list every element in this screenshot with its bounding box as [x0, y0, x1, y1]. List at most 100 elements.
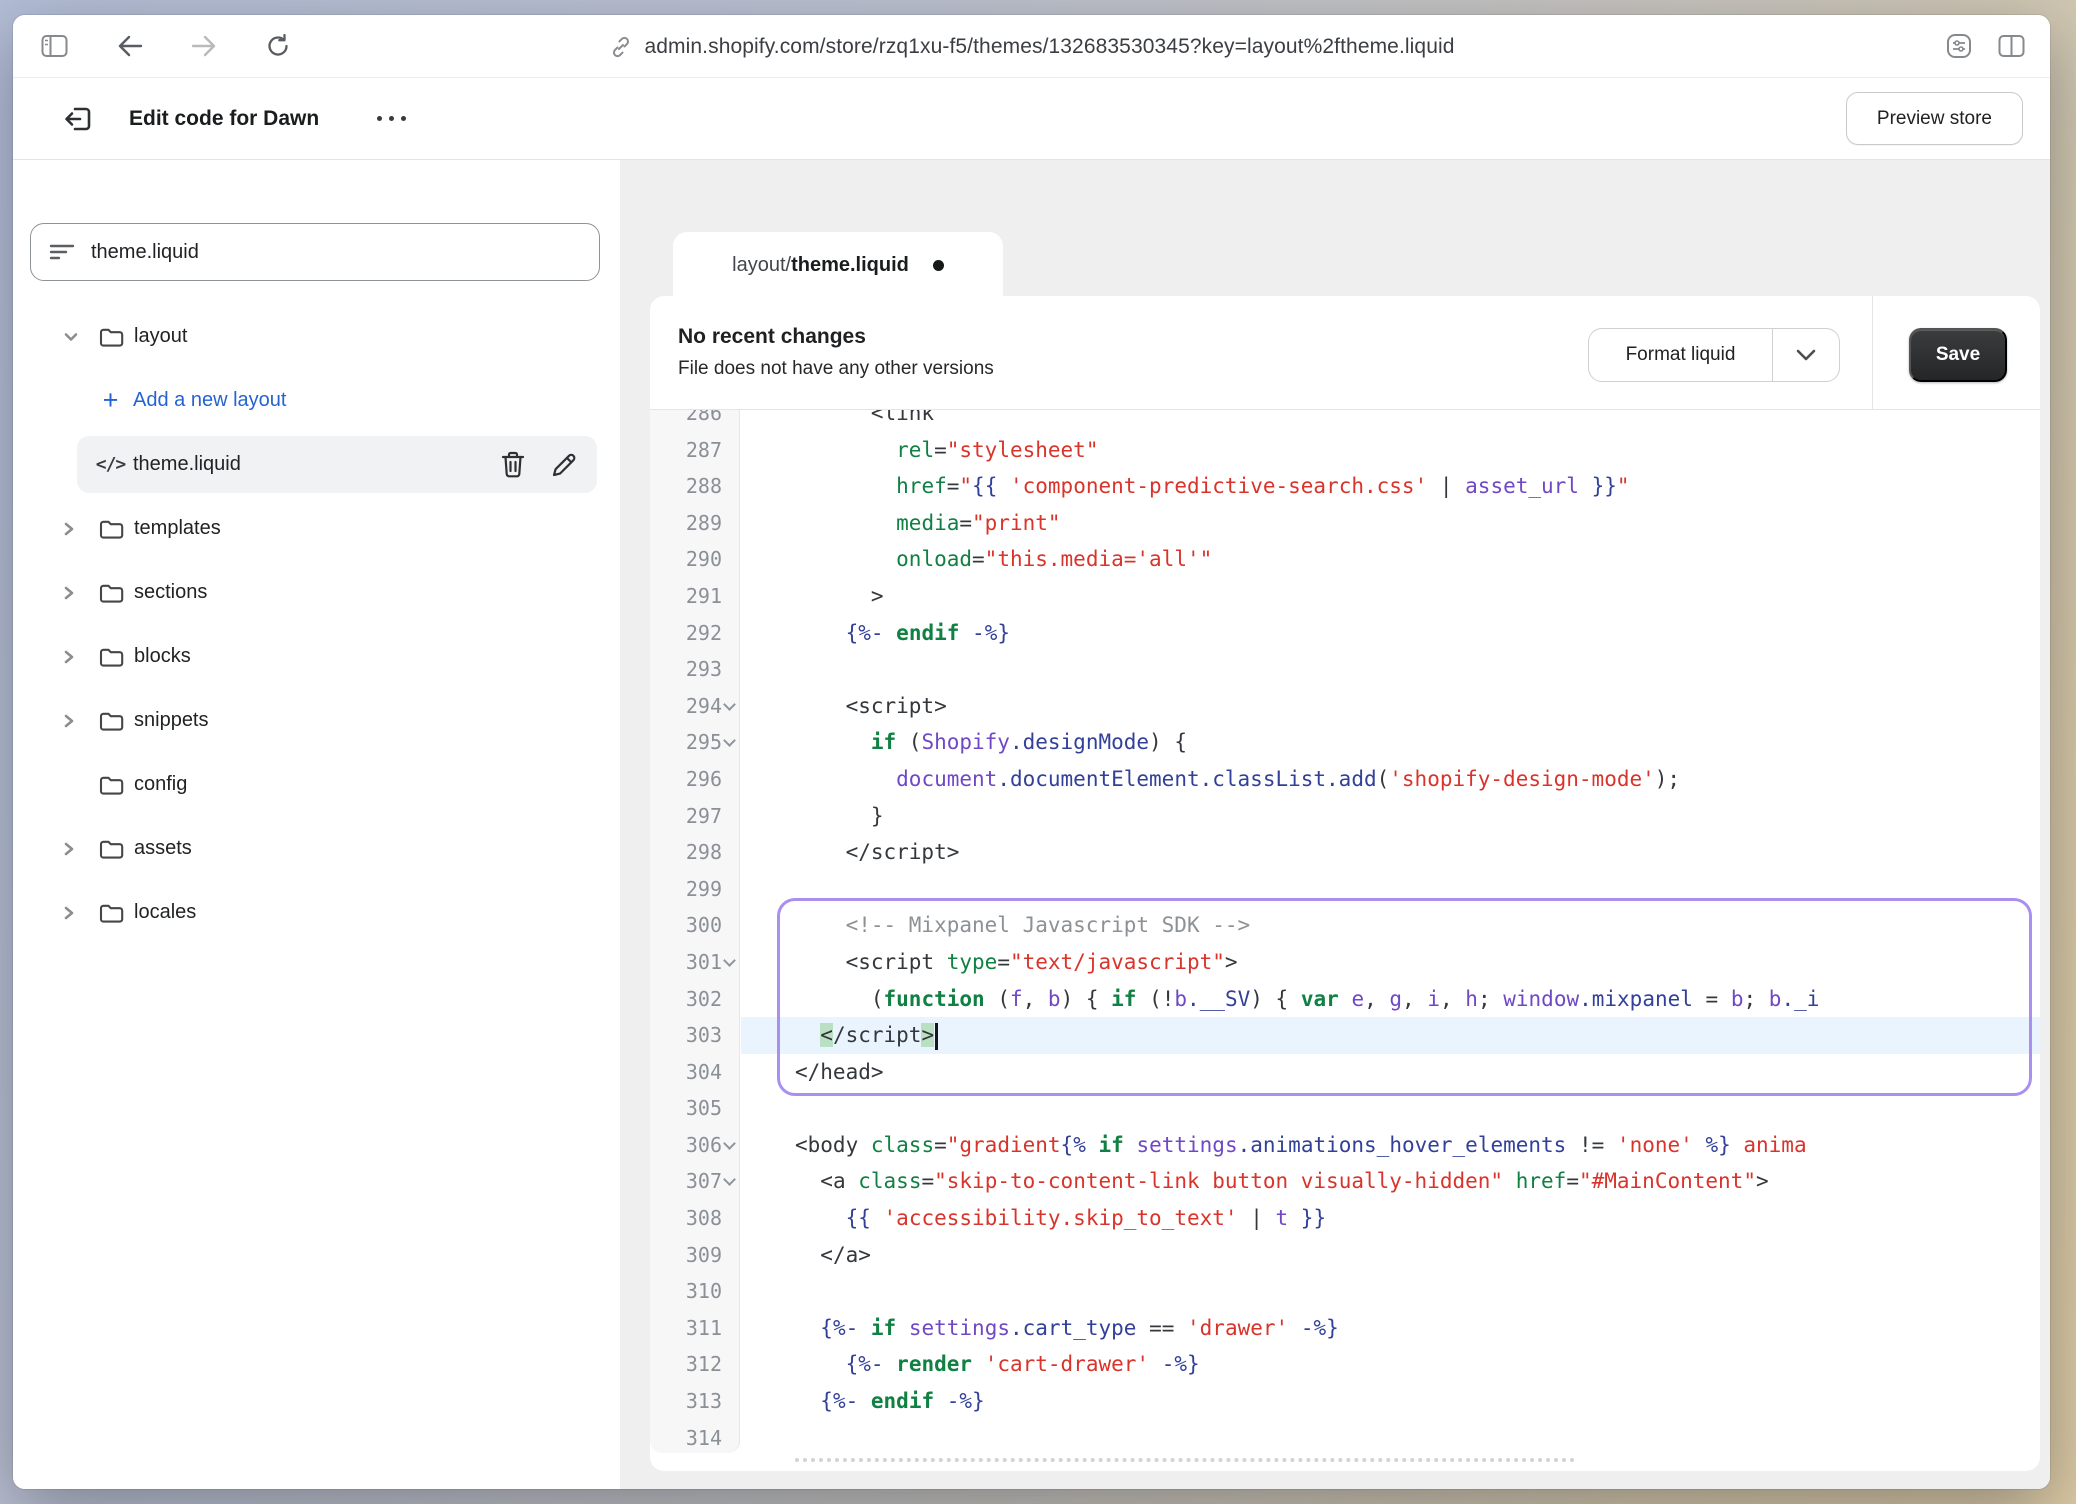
gutter-line-311: 311 — [650, 1310, 739, 1347]
file-search-input[interactable]: theme.liquid — [30, 223, 600, 281]
sidebar-item-snippets[interactable]: snippets — [43, 692, 597, 749]
code-line-314[interactable] — [741, 1420, 2040, 1457]
exit-icon[interactable] — [60, 101, 96, 137]
code-line-307[interactable]: <a class="skip-to-content-link button vi… — [741, 1163, 2040, 1200]
gutter-line-300: 300 — [650, 907, 739, 944]
folder-icon — [98, 517, 125, 541]
back-icon[interactable] — [115, 31, 145, 61]
code-line-302[interactable]: (function (f, b) { if (!b.__SV) { var e,… — [741, 981, 2040, 1018]
gutter-line-314: 314 — [650, 1420, 739, 1453]
pencil-icon[interactable] — [550, 451, 578, 479]
code-line-309[interactable]: </a> — [741, 1237, 2040, 1274]
code-line-301[interactable]: <script type="text/javascript"> — [741, 944, 2040, 981]
code-line-296[interactable]: document.documentElement.classList.add('… — [741, 761, 2040, 798]
code-line-289[interactable]: media="print" — [741, 505, 2040, 542]
gutter-line-309: 309 — [650, 1237, 739, 1274]
code-line-313[interactable]: {%- endif -%} — [741, 1383, 2040, 1420]
code-line-286[interactable]: <link — [741, 410, 2040, 432]
code-line-298[interactable]: </script> — [741, 834, 2040, 871]
add-new-layout-button[interactable]: +Add a new layout — [77, 372, 597, 429]
gutter-line-304: 304 — [650, 1054, 739, 1091]
sidebar-item-theme.liquid[interactable]: </>theme.liquid — [77, 436, 597, 493]
gutter-line-307[interactable]: 307 — [650, 1163, 739, 1200]
fold-chevron-icon — [723, 1174, 736, 1187]
sidebar-item-layout[interactable]: layout — [43, 308, 597, 365]
format-liquid-button[interactable]: Format liquid — [1588, 328, 1840, 382]
sidebar-toggle-icon[interactable] — [39, 31, 69, 61]
address-bar[interactable]: admin.shopify.com/store/rzq1xu-f5/themes… — [608, 15, 1454, 78]
trash-icon[interactable] — [499, 450, 527, 480]
split-view-icon[interactable] — [1996, 31, 2026, 61]
status-title: No recent changes — [678, 325, 994, 349]
chevron-right-icon[interactable] — [61, 518, 98, 540]
gutter-line-297: 297 — [650, 798, 739, 835]
chevron-right-icon[interactable] — [61, 646, 98, 668]
folder-icon — [98, 837, 125, 861]
code-line-299[interactable] — [741, 871, 2040, 908]
code-line-288[interactable]: href="{{ 'component-predictive-search.cs… — [741, 468, 2040, 505]
gutter-line-288: 288 — [650, 468, 739, 505]
gutter-line-296: 296 — [650, 761, 739, 798]
gutter-line-306[interactable]: 306 — [650, 1127, 739, 1164]
fold-chevron-icon — [723, 698, 736, 711]
code-line-293[interactable] — [741, 651, 2040, 688]
gutter: 2862872882892902912922932942952962972982… — [650, 410, 740, 1453]
code-line-297[interactable]: } — [741, 798, 2040, 835]
chevron-down-icon[interactable] — [61, 329, 98, 345]
code-line-290[interactable]: onload="this.media='all'" — [741, 541, 2040, 578]
chevron-down-icon[interactable] — [1773, 329, 1839, 381]
overflow-menu-icon[interactable] — [371, 106, 412, 131]
fold-chevron-icon — [723, 954, 736, 967]
chevron-right-icon[interactable] — [61, 902, 98, 924]
tab-theme-liquid[interactable]: layout/theme.liquid — [673, 232, 1003, 298]
reload-icon[interactable] — [263, 31, 293, 61]
sidebar-item-sections[interactable]: sections — [43, 564, 597, 621]
gutter-line-295[interactable]: 295 — [650, 724, 739, 761]
chevron-right-icon[interactable] — [61, 710, 98, 732]
sidebar-item-templates[interactable]: templates — [43, 500, 597, 557]
chevron-right-icon[interactable] — [61, 582, 98, 604]
gutter-line-308: 308 — [650, 1200, 739, 1237]
gutter-line-302: 302 — [650, 981, 739, 1018]
gutter-line-289: 289 — [650, 505, 739, 542]
code-line-310[interactable] — [741, 1273, 2040, 1310]
code-line-312[interactable]: {%- render 'cart-drawer' -%} — [741, 1346, 2040, 1383]
app-header: Edit code for Dawn Preview store — [13, 78, 2050, 160]
folder-icon — [98, 325, 125, 349]
code-line-306[interactable]: <body class="gradient{% if settings.anim… — [741, 1127, 2040, 1164]
code-line-308[interactable]: {{ 'accessibility.skip_to_text' | t }} — [741, 1200, 2040, 1237]
sidebar-item-blocks[interactable]: blocks — [43, 628, 597, 685]
gutter-line-290: 290 — [650, 541, 739, 578]
code-line-311[interactable]: {%- if settings.cart_type == 'drawer' -%… — [741, 1310, 2040, 1347]
unsaved-dot — [933, 260, 944, 271]
code-line-294[interactable]: <script> — [741, 688, 2040, 725]
code-line-295[interactable]: if (Shopify.designMode) { — [741, 724, 2040, 761]
code-line-300[interactable]: <!-- Mixpanel Javascript SDK --> — [741, 907, 2040, 944]
plus-icon: + — [97, 387, 124, 414]
browser-toolbar: admin.shopify.com/store/rzq1xu-f5/themes… — [13, 15, 2050, 78]
gutter-line-299: 299 — [650, 871, 739, 908]
chevron-right-icon[interactable] — [61, 838, 98, 860]
code-line-305[interactable] — [741, 1090, 2040, 1127]
code-line-291[interactable]: > — [741, 578, 2040, 615]
text-cursor — [935, 1023, 938, 1050]
preview-store-button[interactable]: Preview store — [1846, 92, 2023, 145]
save-button[interactable]: Save — [1909, 328, 2007, 382]
folder-icon — [98, 581, 125, 605]
sidebar-item-locales[interactable]: locales — [43, 884, 597, 941]
forward-icon[interactable] — [189, 31, 219, 61]
sidebar-item-config[interactable]: config — [43, 756, 597, 813]
code-line-303[interactable]: </script> — [741, 1017, 2040, 1054]
gutter-line-294[interactable]: 294 — [650, 688, 739, 725]
sidebar-item-assets[interactable]: assets — [43, 820, 597, 877]
file-tree: layout +Add a new layout </>theme.liquid te… — [43, 308, 597, 941]
fold-chevron-icon — [723, 1137, 736, 1150]
status-subtitle: File does not have any other versions — [678, 358, 994, 380]
page-title: Edit code for Dawn — [129, 107, 319, 131]
code-line-292[interactable]: {%- endif -%} — [741, 615, 2040, 652]
code-line-287[interactable]: rel="stylesheet" — [741, 432, 2040, 469]
page-settings-icon[interactable] — [1944, 31, 1974, 61]
gutter-line-301[interactable]: 301 — [650, 944, 739, 981]
code-line-304[interactable]: </head> — [741, 1054, 2040, 1091]
code-editor[interactable]: 2862872882892902912922932942952962972982… — [650, 410, 2040, 1471]
